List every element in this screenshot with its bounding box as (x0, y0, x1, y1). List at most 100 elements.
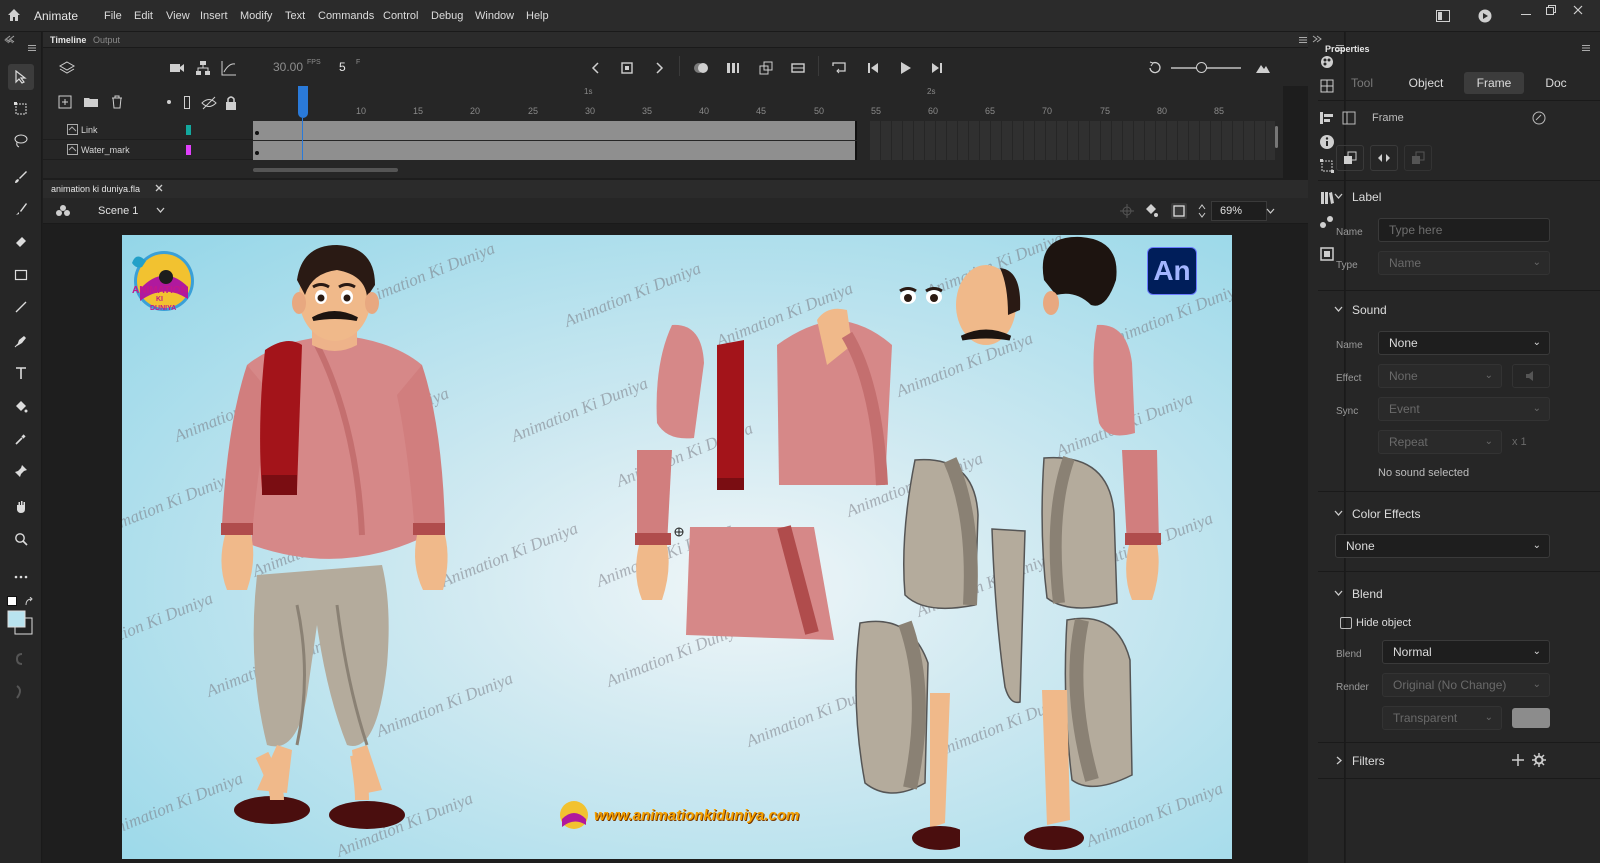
color-effects-dropdown[interactable]: None ⌄ (1335, 534, 1550, 558)
keyframe-dot[interactable] (255, 131, 259, 135)
snap-to-icon[interactable] (1119, 203, 1135, 219)
smooth-icon[interactable] (14, 684, 26, 700)
onion-skin-icon[interactable] (693, 60, 709, 76)
components-icon[interactable] (1319, 214, 1335, 230)
tab-output[interactable]: Output (93, 35, 120, 45)
camera-icon[interactable] (169, 60, 185, 76)
part-leg-right[interactable] (1012, 610, 1152, 850)
snap-icon[interactable] (14, 652, 26, 668)
frame-span[interactable] (253, 141, 857, 160)
layer-name[interactable]: Water_mark (81, 145, 130, 155)
part-leg-left[interactable] (850, 613, 960, 853)
layer-parenting-icon[interactable] (195, 60, 211, 76)
loop-icon[interactable] (831, 60, 847, 76)
chevron-down-icon[interactable] (156, 207, 165, 213)
menu-window[interactable]: Window (475, 10, 514, 22)
highlight-dot-icon[interactable] (167, 100, 171, 104)
frame-span[interactable] (253, 121, 857, 140)
fill-color-swatch[interactable] (7, 610, 35, 636)
test-movie-icon[interactable] (1478, 9, 1492, 23)
filters-section-title[interactable]: Filters (1352, 754, 1385, 768)
frame-ruler[interactable]: 10 15 20 25 30 35 40 45 50 55 60 65 70 7… (253, 98, 1283, 120)
edit-symbol-icon[interactable] (1144, 203, 1160, 219)
insert-keyframe-icon[interactable] (619, 60, 635, 76)
menu-insert[interactable]: Insert (200, 10, 228, 22)
menu-edit[interactable]: Edit (134, 10, 153, 22)
layers-icon[interactable] (59, 60, 75, 76)
library-icon[interactable] (1319, 190, 1335, 206)
swap-colors-icon[interactable] (24, 597, 34, 607)
blend-section-title[interactable]: Blend (1352, 587, 1383, 601)
menu-commands[interactable]: Commands (318, 10, 374, 22)
swap-frame-button[interactable] (1336, 145, 1364, 171)
color-panel-icon[interactable] (1319, 54, 1335, 70)
part-dhoti-right[interactable] (1039, 453, 1121, 613)
collapse-icon[interactable] (4, 36, 14, 44)
empty-frames[interactable] (870, 121, 1275, 160)
lasso-tool-icon[interactable] (8, 128, 34, 154)
character-full[interactable] (217, 245, 457, 855)
new-layer-icon[interactable] (57, 94, 73, 110)
restore-icon[interactable] (1545, 4, 1557, 16)
rectangle-tool-icon[interactable] (8, 262, 34, 288)
menu-control[interactable]: Control (383, 10, 418, 22)
chevron-down-icon[interactable] (1334, 590, 1343, 596)
label-name-input[interactable]: Type here (1378, 218, 1550, 242)
eraser-tool-icon[interactable] (8, 228, 34, 254)
part-right-forearm[interactable] (1117, 445, 1167, 605)
label-section-title[interactable]: Label (1352, 190, 1381, 204)
part-dhoti-left[interactable] (900, 455, 980, 615)
frame-number[interactable]: 5 (339, 60, 346, 74)
stroke-color-icon[interactable] (7, 596, 17, 606)
part-lower-kurta[interactable] (684, 525, 839, 650)
chevron-down-icon[interactable] (1334, 193, 1343, 199)
scene-name[interactable]: Scene 1 (98, 205, 138, 217)
layer-row[interactable]: Water_mark (43, 140, 253, 160)
chevron-down-icon[interactable] (1334, 306, 1343, 312)
timeline-zoom-handle[interactable] (1196, 62, 1207, 73)
part-eyes[interactable] (898, 285, 948, 310)
add-filter-icon[interactable] (1512, 754, 1524, 766)
menu-text[interactable]: Text (285, 10, 305, 22)
chevron-down-icon[interactable] (1266, 208, 1275, 214)
free-transform-tool-icon[interactable] (8, 96, 34, 122)
layer-color[interactable] (186, 145, 191, 155)
part-face[interactable] (950, 260, 1025, 360)
clip-content-icon[interactable] (1171, 203, 1187, 219)
tab-doc[interactable]: Doc (1526, 72, 1586, 94)
part-scarf[interactable] (712, 340, 752, 495)
menu-modify[interactable]: Modify (240, 10, 272, 22)
tab-frame[interactable]: Frame (1464, 72, 1524, 94)
pin-tool-icon[interactable] (8, 458, 34, 484)
play-icon[interactable] (897, 60, 913, 76)
fps-value[interactable]: 30.00 (273, 60, 303, 74)
step-back-icon[interactable] (865, 60, 881, 76)
panel-menu-icon[interactable] (1582, 45, 1590, 51)
filter-settings-icon[interactable] (1532, 753, 1546, 767)
workspace-icon[interactable] (1436, 10, 1450, 22)
reset-zoom-icon[interactable] (1147, 60, 1163, 76)
tween-button[interactable] (1370, 145, 1398, 171)
paint-brush-tool-icon[interactable] (8, 196, 34, 222)
timeline-hscroll[interactable] (253, 168, 398, 172)
menu-file[interactable]: File (104, 10, 122, 22)
collapse-icon[interactable] (1312, 35, 1322, 43)
menu-debug[interactable]: Debug (431, 10, 463, 22)
color-effects-title[interactable]: Color Effects (1352, 507, 1420, 521)
part-forearm[interactable] (627, 445, 677, 605)
stage-canvas[interactable]: Animation Ki Duniya Animation Ki Duniya … (122, 235, 1232, 859)
home-icon[interactable] (7, 8, 21, 22)
chevron-right-icon[interactable] (1336, 756, 1342, 765)
paint-bucket-tool-icon[interactable] (8, 394, 34, 420)
close-tab-icon[interactable] (155, 184, 163, 192)
tab-timeline[interactable]: Timeline (50, 35, 86, 45)
zoom-tool-icon[interactable] (8, 526, 34, 552)
document-tab[interactable]: animation ki duniya.fla (51, 184, 140, 194)
step-forward-icon[interactable] (929, 60, 945, 76)
panel-menu-icon[interactable] (1299, 37, 1307, 43)
brush-tool-icon[interactable] (8, 164, 34, 190)
close-icon[interactable] (1572, 4, 1584, 16)
info-icon[interactable] (1319, 134, 1335, 150)
pen-tool-icon[interactable] (8, 328, 34, 354)
playhead[interactable] (298, 86, 308, 118)
